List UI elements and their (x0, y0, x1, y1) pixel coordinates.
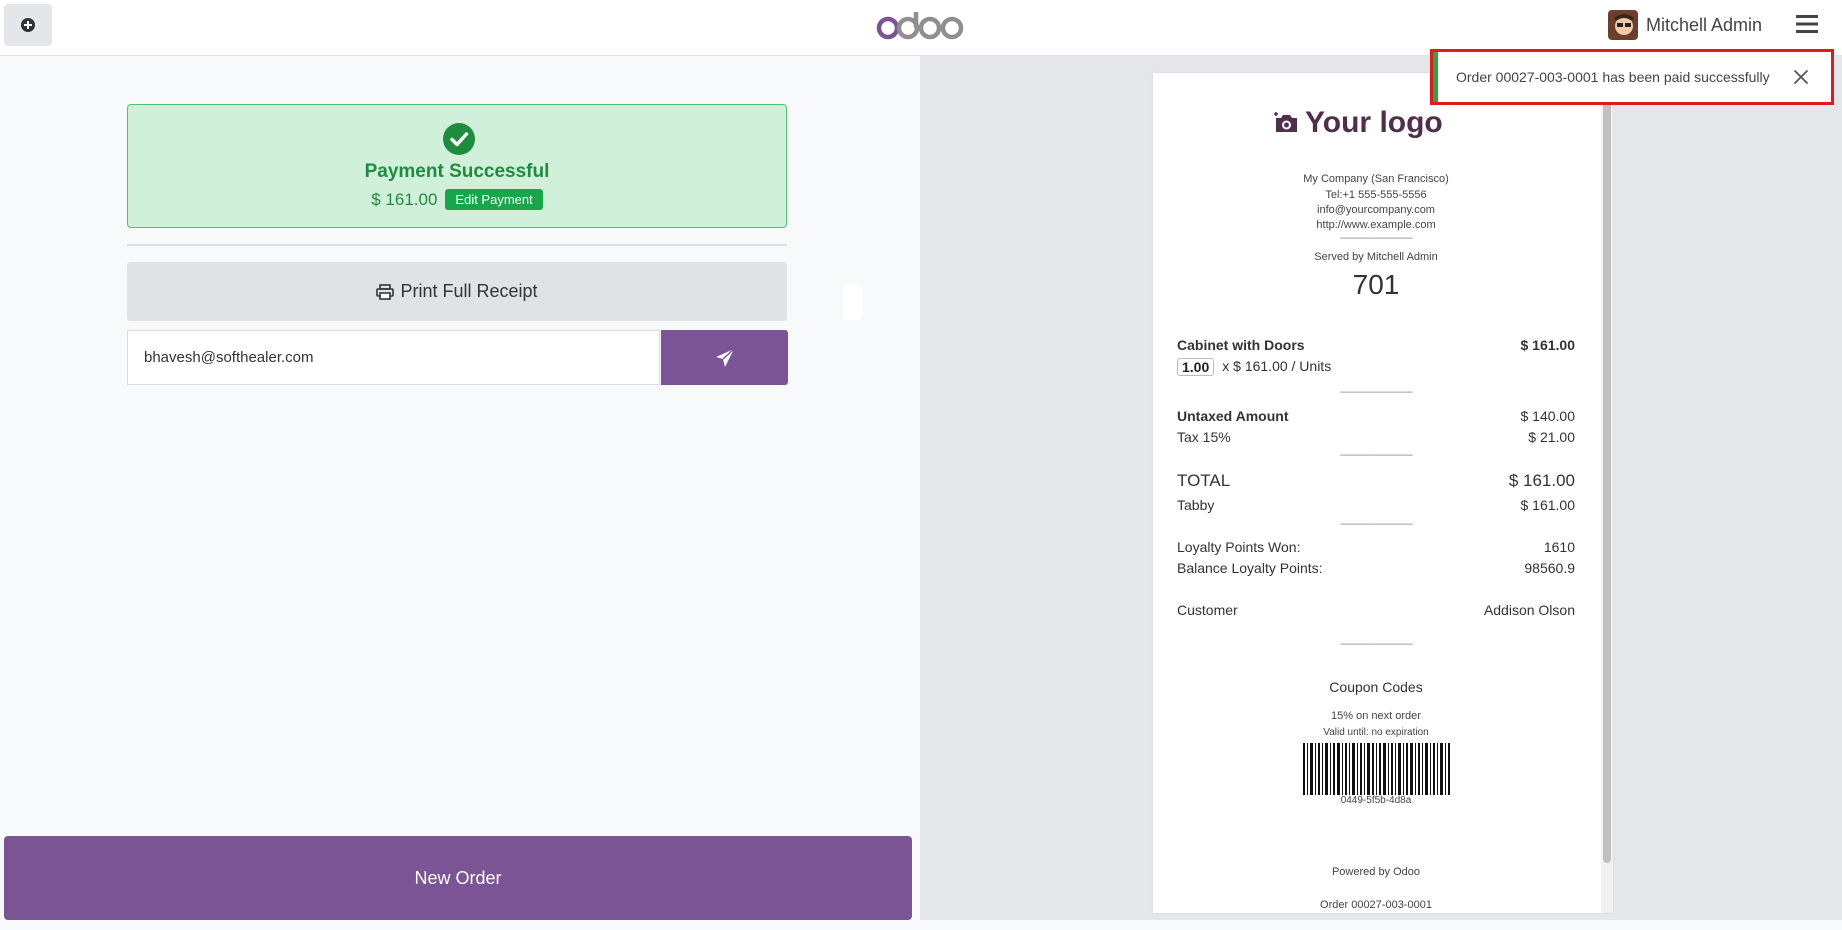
customer-row: Customer Addison Olson (1177, 602, 1575, 618)
loyalty-balance-label: Balance Loyalty Points: (1177, 560, 1323, 576)
untaxed-label: Untaxed Amount (1177, 408, 1289, 424)
receipt-scrollbar-thumb[interactable] (1603, 83, 1611, 863)
toast-notification: Order 00027-003-0001 has been paid succe… (1430, 49, 1834, 105)
top-bar: Mitchell Admin (0, 0, 1842, 56)
hamburger-menu-icon[interactable] (1796, 14, 1818, 34)
total-value: $ 161.00 (1508, 471, 1575, 490)
paper-plane-icon (715, 347, 735, 367)
receipt-line-qty: 1.00 x $ 161.00 / Units (1177, 358, 1575, 376)
payment-success-title: Payment Successful (364, 161, 550, 182)
loyalty-balance-row: Balance Loyalty Points: 98560.9 (1177, 560, 1575, 576)
printer-icon (376, 283, 395, 300)
receipt-company: My Company (San Francisco) (1303, 173, 1449, 185)
toast-message: Order 00027-003-0001 has been paid succe… (1456, 69, 1770, 85)
receipt-separator: ------------------------------- (1339, 450, 1413, 461)
receipt-tracking-number: 701 (1352, 269, 1400, 300)
untaxed-value: $ 140.00 (1520, 408, 1576, 424)
pane-splitter-handle[interactable] (843, 284, 863, 320)
receipt-website: http://www.example.com (1316, 219, 1436, 231)
print-full-receipt-button[interactable]: Print Full Receipt (127, 262, 787, 321)
divider (127, 244, 787, 246)
plus-circle-button[interactable] (4, 4, 52, 46)
loyalty-balance-value: 98560.9 (1524, 560, 1575, 576)
customer-label: Customer (1177, 602, 1238, 618)
powered-by: Powered by Odoo (1331, 866, 1421, 878)
payment-success-panel: Payment Successful $ 161.00 Edit Payment (127, 104, 787, 228)
receipt-order-ref: Order 00027-003-0001 (1320, 899, 1432, 911)
receipt-line-item: Cabinet with Doors $ 161.00 (1177, 337, 1575, 353)
receipt-scrollbar[interactable] (1601, 73, 1613, 913)
coupon-title: Coupon Codes (1329, 679, 1423, 695)
payment-method: Tabby (1177, 497, 1215, 513)
receipt-logo-text: Your logo (1305, 106, 1443, 139)
avatar (1608, 10, 1638, 40)
email-input[interactable] (127, 330, 660, 385)
line-qty: 1.00 (1177, 358, 1215, 376)
loyalty-won-row: Loyalty Points Won: 1610 (1177, 539, 1575, 555)
loyalty-won-label: Loyalty Points Won: (1177, 539, 1301, 555)
odoo-logo (876, 12, 964, 40)
receipt-served-by: Served by Mitchell Admin (1314, 251, 1438, 263)
receipt-email: info@yourcompany.com (1317, 204, 1435, 216)
receipt-logo: Your logo (1273, 103, 1443, 143)
coupon-barcode (1303, 743, 1450, 795)
email-receipt-row (127, 330, 788, 385)
user-menu[interactable]: Mitchell Admin (1608, 10, 1762, 40)
camera-icon (1274, 112, 1297, 132)
print-full-receipt-label: Print Full Receipt (400, 281, 538, 301)
user-name: Mitchell Admin (1646, 14, 1763, 35)
receipt-separator: ------------------------------- (1339, 519, 1413, 530)
receipt-total-row: TOTAL $ 161.00 (1177, 471, 1575, 491)
close-icon[interactable] (1791, 67, 1811, 87)
customer-value: Addison Olson (1483, 602, 1575, 618)
payment-method-value: $ 161.00 (1520, 497, 1576, 513)
total-label: TOTAL (1177, 471, 1231, 490)
receipt-untaxed-row: Untaxed Amount $ 140.00 (1177, 408, 1575, 424)
receipt-tax-row: Tax 15% $ 21.00 (1177, 429, 1575, 445)
coupon-valid-until: Valid until: no expiration (1323, 727, 1429, 738)
line-product: Cabinet with Doors (1177, 337, 1305, 353)
send-email-button[interactable] (661, 330, 788, 385)
tax-value: $ 21.00 (1528, 429, 1575, 445)
receipt-payment-row: Tabby $ 161.00 (1177, 497, 1575, 513)
coupon-code: 0449-5f5b-4d8a (1340, 795, 1412, 806)
receipt-separator: ------------------------------- (1339, 387, 1413, 398)
new-order-button[interactable]: New Order (4, 836, 912, 920)
plus-circle-icon (21, 18, 35, 32)
tax-label: Tax 15% (1177, 429, 1231, 445)
receipt-tel: Tel:+1 555-555-5556 (1325, 189, 1427, 201)
line-unit-price: x $ 161.00 / Units (1222, 358, 1332, 374)
loyalty-won-value: 1610 (1543, 539, 1575, 555)
check-circle-icon (443, 123, 475, 155)
receipt-separator: ------------------------------- (1339, 639, 1413, 650)
receipt: Your logo My Company (San Francisco) Tel… (1153, 73, 1613, 913)
edit-payment-button[interactable]: Edit Payment (445, 189, 543, 210)
payment-amount: $ 161.00 (371, 189, 438, 209)
line-price: $ 161.00 (1520, 337, 1576, 353)
coupon-description: 15% on next order (1331, 710, 1421, 722)
receipt-separator: ------------------------------- (1339, 233, 1413, 244)
